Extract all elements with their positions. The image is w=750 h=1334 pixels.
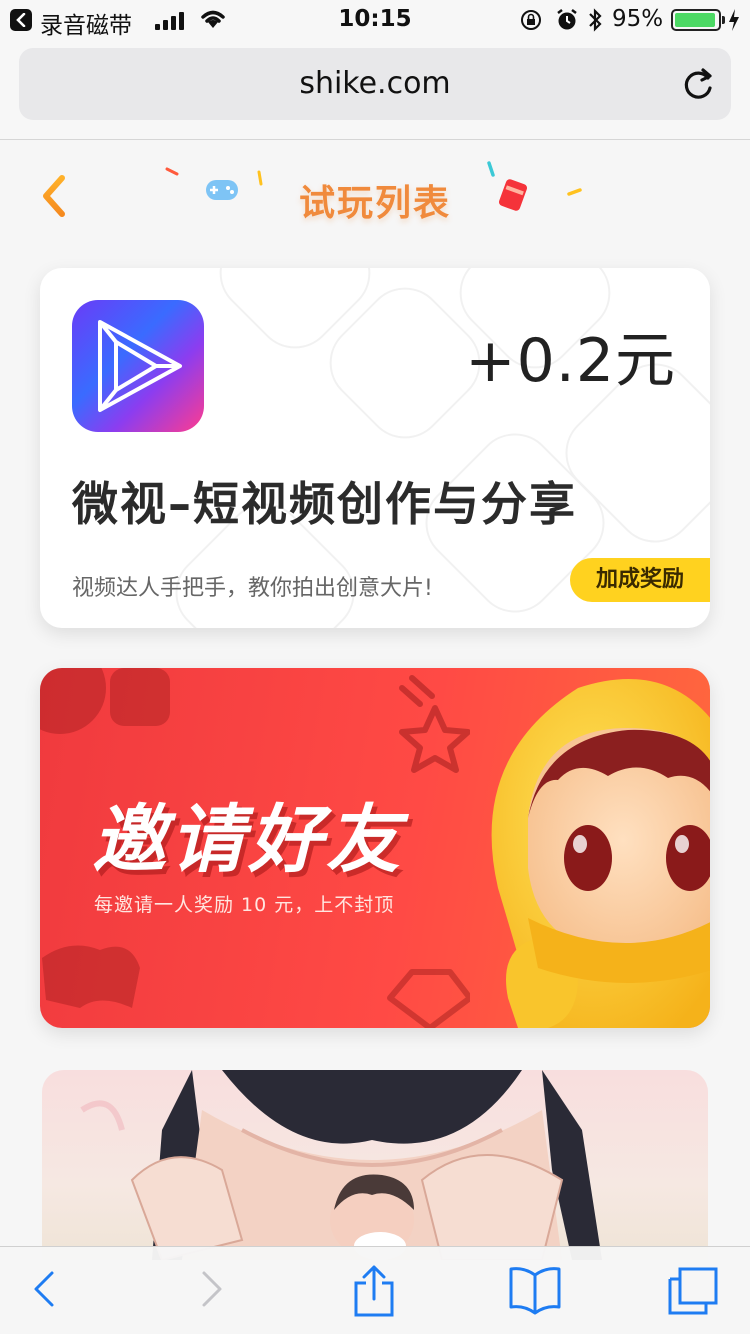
banner-title: 邀请好友 (92, 797, 404, 883)
address-url[interactable]: shike.com (19, 66, 731, 101)
task-card[interactable]: +0.2元 微视–短视频创作与分享 视频达人手把手，教你拍出创意大片! 加成奖励 (40, 268, 710, 628)
browser-toolbar (0, 1246, 750, 1334)
banner-subtitle: 每邀请一人奖励 10 元，上不封顶 (94, 894, 395, 916)
battery-icon (671, 9, 725, 31)
promo-illustration (80, 1070, 602, 1260)
page-title: 试玩列表 (298, 183, 451, 224)
share-icon[interactable] (352, 1265, 396, 1317)
invite-friends-banner[interactable]: 邀请好友 每邀请一人奖励 10 元，上不封顶 (40, 668, 710, 1028)
red-packet-icon (499, 179, 527, 211)
weishi-play-icon[interactable] (72, 300, 204, 432)
charging-icon (729, 9, 739, 31)
reload-icon[interactable] (681, 66, 715, 102)
bookmarks-icon[interactable] (508, 1265, 562, 1315)
address-bar[interactable]: shike.com (19, 48, 731, 120)
app-name: 微视–短视频创作与分享 (72, 477, 577, 531)
status-bar: 录音磁带 10:15 95% (0, 0, 750, 40)
alarm-icon (557, 9, 577, 30)
orientation-lock-icon (521, 10, 541, 30)
page-header: 试玩列表 (0, 140, 750, 250)
browser-address-area: shike.com (0, 40, 750, 140)
bluetooth-icon (589, 8, 602, 32)
app-description: 视频达人手把手，教你拍出创意大片! (72, 576, 433, 601)
bonus-badge: 加成奖励 (570, 558, 710, 602)
back-icon[interactable] (32, 1265, 56, 1313)
tabs-icon[interactable] (666, 1265, 720, 1317)
battery-percent: 95% (612, 6, 664, 32)
mascot-illustration (491, 679, 710, 1028)
reward-amount: +0.2元 (465, 326, 676, 396)
forward-icon[interactable] (200, 1265, 224, 1313)
promo-illustration-card[interactable] (42, 1070, 708, 1260)
